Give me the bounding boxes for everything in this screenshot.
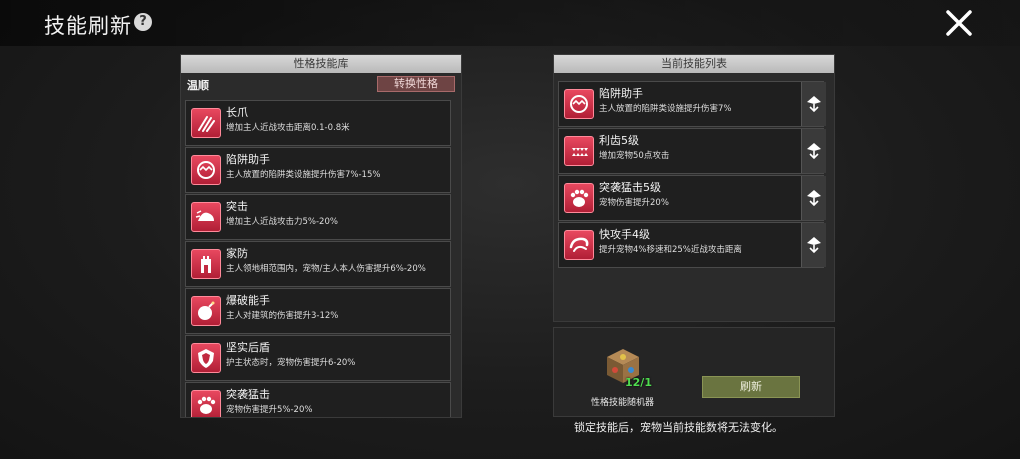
library-skill-item[interactable]: 突袭猛击 宠物伤害提升5%-20% — [185, 382, 451, 417]
swipe-icon — [564, 230, 594, 260]
temperament-label: 温顺 — [187, 79, 209, 92]
skill-desc: 主人对建筑的伤害提升3-12% — [226, 311, 339, 321]
library-skill-item[interactable]: 长爪 增加主人近战攻击距离0.1-0.8米 — [185, 100, 451, 146]
assault-icon — [191, 202, 221, 232]
top-bar: 技能刷新 ? — [0, 0, 1020, 46]
lock-toggle-icon — [807, 237, 821, 254]
skill-name: 陷阱助手 — [226, 153, 270, 166]
page-title: 技能刷新 — [44, 14, 132, 38]
randomizer-count: 12/1 — [625, 376, 652, 389]
skill-name: 爆破能手 — [226, 294, 270, 307]
library-skill-item[interactable]: 突击 增加主人近战攻击力5%-20% — [185, 194, 451, 240]
current-skills-panel: 当前技能列表 陷阱助手 主人放置的陷阱类设施提升伤害7% 利齿5级 增加宠物50… — [553, 54, 835, 322]
current-skill-item[interactable]: 利齿5级 增加宠物50点攻击 — [558, 128, 826, 174]
claw-icon — [191, 108, 221, 138]
temperament-row: 温顺 转换性格 — [181, 73, 461, 95]
skill-desc: 护主状态时，宠物伤害提升6-20% — [226, 358, 356, 368]
skill-desc: 提升宠物4%移速和25%近战攻击距离 — [599, 245, 742, 255]
skill-name: 突袭猛击 — [226, 388, 270, 401]
skill-name: 坚实后盾 — [226, 341, 270, 354]
fang-icon — [564, 136, 594, 166]
lock-toggle-icon — [807, 96, 821, 113]
library-skill-item[interactable]: 陷阱助手 主人放置的陷阱类设施提升伤害7%-15% — [185, 147, 451, 193]
lock-skill-button[interactable] — [801, 223, 826, 267]
skill-library-panel[interactable]: 性格技能库 温顺 转换性格 长爪 增加主人近战攻击距离0.1-0.8米 陷阱助手… — [180, 54, 462, 418]
tower-icon — [191, 249, 221, 279]
question-icon[interactable]: ? — [134, 13, 152, 31]
skill-name: 利齿5级 — [599, 134, 639, 147]
switch-temperament-button[interactable]: 转换性格 — [377, 76, 455, 92]
paw-icon — [564, 183, 594, 213]
skill-desc: 主人放置的陷阱类设施提升伤害7% — [599, 104, 732, 114]
lock-toggle-icon — [807, 190, 821, 207]
skill-name: 突袭猛击5级 — [599, 181, 661, 194]
current-skill-item[interactable]: 快攻手4级 提升宠物4%移速和25%近战攻击距离 — [558, 222, 826, 268]
skill-library-title: 性格技能库 — [181, 55, 461, 73]
current-skills-title: 当前技能列表 — [554, 55, 834, 73]
paw-icon — [191, 390, 221, 417]
library-skill-item[interactable]: 爆破能手 主人对建筑的伤害提升3-12% — [185, 288, 451, 334]
skill-name: 陷阱助手 — [599, 87, 643, 100]
skill-name: 家防 — [226, 247, 248, 260]
skill-desc: 增加主人近战攻击力5%-20% — [226, 217, 338, 227]
skill-desc: 增加主人近战攻击距离0.1-0.8米 — [226, 123, 350, 133]
shield-icon — [191, 343, 221, 373]
skill-name: 快攻手4级 — [599, 228, 650, 241]
close-icon[interactable] — [944, 8, 974, 38]
skill-name: 长爪 — [226, 106, 248, 119]
library-skill-item[interactable]: 家防 主人领地相范围内，宠物/主人本人伤害提升6%-20% — [185, 241, 451, 287]
lock-toggle-icon — [807, 143, 821, 160]
lock-skill-button[interactable] — [801, 176, 826, 220]
skill-name: 突击 — [226, 200, 248, 213]
bomb-icon — [191, 296, 221, 326]
lock-skill-button[interactable] — [801, 82, 826, 126]
lock-skill-button[interactable] — [801, 129, 826, 173]
skill-desc: 宠物伤害提升20% — [599, 198, 669, 208]
library-skill-item[interactable]: 坚实后盾 护主状态时，宠物伤害提升6-20% — [185, 335, 451, 381]
lock-note: 锁定技能后，宠物当前技能数将无法变化。 — [574, 421, 783, 434]
skill-desc: 主人领地相范围内，宠物/主人本人伤害提升6%-20% — [226, 264, 426, 274]
trap-icon — [564, 89, 594, 119]
skill-desc: 主人放置的陷阱类设施提升伤害7%-15% — [226, 170, 381, 180]
current-skill-item[interactable]: 突袭猛击5级 宠物伤害提升20% — [558, 175, 826, 221]
refresh-button[interactable]: 刷新 — [702, 376, 800, 398]
current-skill-item[interactable]: 陷阱助手 主人放置的陷阱类设施提升伤害7% — [558, 81, 826, 127]
skill-desc: 宠物伤害提升5%-20% — [226, 405, 313, 415]
skill-desc: 增加宠物50点攻击 — [599, 151, 670, 161]
randomizer-panel: 12/1 性格技能随机器 刷新 — [553, 327, 835, 417]
trap-icon — [191, 155, 221, 185]
randomizer-label: 性格技能随机器 — [591, 398, 655, 408]
